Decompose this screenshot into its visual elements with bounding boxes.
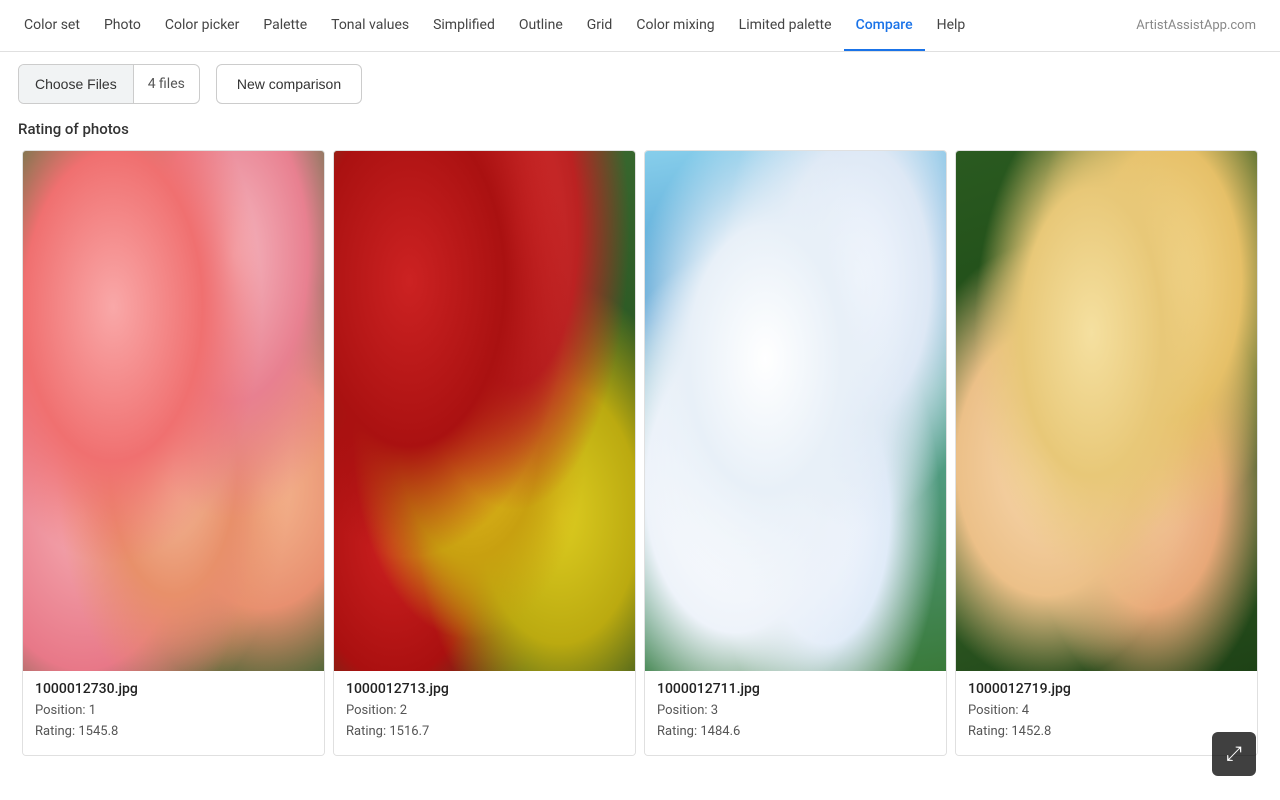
section-heading: Rating of photos [0,116,1280,150]
nav-item-grid[interactable]: Grid [575,0,625,52]
nav-item-tonal-values[interactable]: Tonal values [319,0,421,52]
zoom-button[interactable]: ⤢ [1212,732,1256,776]
image-thumbnail [334,151,635,671]
image-filename: 1000012711.jpg [657,681,934,697]
nav-item-compare[interactable]: Compare [844,0,925,52]
navigation: Color setPhotoColor pickerPaletteTonal v… [0,0,1280,52]
image-thumbnail [645,151,946,671]
nav-item-palette[interactable]: Palette [251,0,319,52]
nav-item-simplified[interactable]: Simplified [421,0,507,52]
image-filename: 1000012713.jpg [346,681,623,697]
choose-files-button[interactable]: Choose Files [19,65,134,103]
new-comparison-button[interactable]: New comparison [216,64,362,104]
brand-label: ArtistAssistApp.com [1124,18,1268,33]
image-grid: 1000012730.jpgPosition: 1Rating: 1545.81… [0,150,1280,760]
nav-item-help[interactable]: Help [925,0,978,52]
image-meta: Position: 2Rating: 1516.7 [346,701,623,743]
toolbar: Choose Files 4 files New comparison [0,52,1280,116]
image-card[interactable]: 1000012711.jpg Position: 3Rating: 1484.6 [644,150,947,756]
image-meta: Position: 3Rating: 1484.6 [657,701,934,743]
image-thumbnail [956,151,1257,671]
image-filename: 1000012719.jpg [968,681,1245,697]
nav-item-color-mixing[interactable]: Color mixing [624,0,726,52]
image-card[interactable]: 1000012713.jpg Position: 2Rating: 1516.7 [333,150,636,756]
nav-item-color-picker[interactable]: Color picker [153,0,251,52]
image-meta: Position: 4Rating: 1452.8 [968,701,1245,743]
image-info: 1000012711.jpg Position: 3Rating: 1484.6 [645,671,946,755]
image-card[interactable]: 1000012719.jpg Position: 4Rating: 1452.8 [955,150,1258,756]
nav-item-limited-palette[interactable]: Limited palette [727,0,844,52]
file-input-wrapper: Choose Files 4 files [18,64,200,104]
image-info: 1000012730.jpg Position: 1Rating: 1545.8 [23,671,324,755]
nav-item-photo[interactable]: Photo [92,0,153,52]
nav-item-outline[interactable]: Outline [507,0,575,52]
image-thumbnail [23,151,324,671]
image-card[interactable]: 1000012730.jpg Position: 1Rating: 1545.8 [22,150,325,756]
image-info: 1000012713.jpg Position: 2Rating: 1516.7 [334,671,635,755]
image-filename: 1000012730.jpg [35,681,312,697]
nav-item-color-set[interactable]: Color set [12,0,92,52]
image-meta: Position: 1Rating: 1545.8 [35,701,312,743]
file-count: 4 files [134,76,199,92]
